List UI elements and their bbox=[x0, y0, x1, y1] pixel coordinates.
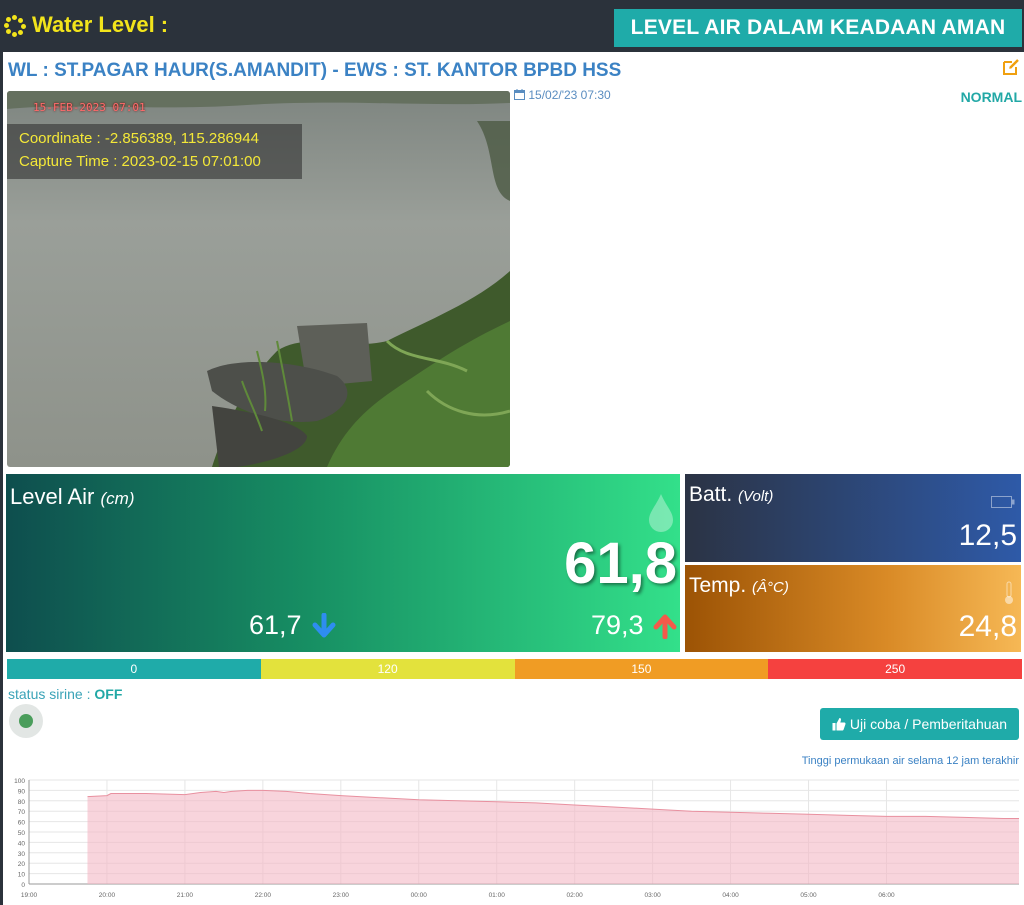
camera-timestamp: 15-FEB-2023 07:01 bbox=[33, 101, 146, 114]
chart-x-tick-label: 05:00 bbox=[800, 892, 817, 899]
chart-y-tick-label: 20 bbox=[18, 861, 26, 868]
app-title: Water Level : bbox=[32, 12, 169, 37]
water-level-chart: 0 10 20 30 40 50 60 70 80 90 100 19:00 20:00 21:00 22:… bbox=[14, 778, 1019, 899]
chart-x-tick-label: 22:00 bbox=[255, 892, 272, 899]
siren-status: status sirine : OFF bbox=[8, 686, 122, 702]
threshold-segment-danger: 250 bbox=[768, 659, 1022, 679]
water-level-value: 61,8 bbox=[564, 531, 677, 596]
arrow-up-icon bbox=[653, 614, 677, 639]
temperature-value: 24,8 bbox=[958, 610, 1017, 643]
threshold-segment-warning: 150 bbox=[514, 659, 769, 679]
chart-y-tick-label: 30 bbox=[18, 851, 26, 858]
chart-x-tick-label: 04:00 bbox=[722, 892, 739, 899]
chart-y-tick-label: 60 bbox=[18, 820, 26, 827]
chart-y-tick-label: 50 bbox=[18, 830, 26, 837]
station-title[interactable]: WL : ST.PAGAR HAUR(S.AMANDIT) - EWS : ST… bbox=[8, 60, 621, 82]
water-level-max: 79,3 bbox=[591, 610, 644, 640]
temperature-label: Temp. (Â°C) bbox=[689, 574, 789, 598]
temperature-unit: (Â°C) bbox=[752, 579, 789, 596]
water-level-min: 61,7 bbox=[249, 610, 302, 640]
chart-y-tick-label: 40 bbox=[18, 840, 26, 847]
chart-x-tick-label: 06:00 bbox=[878, 892, 895, 899]
top-bar: Water Level : LEVEL AIR DALAM KEADAAN AM… bbox=[0, 0, 1024, 50]
chart-y-tick-label: 80 bbox=[18, 799, 26, 806]
station-status: NORMAL bbox=[960, 89, 1022, 105]
threshold-segment-normal: 0 bbox=[7, 659, 261, 679]
battery-card: Batt. (Volt) 12,5 bbox=[685, 474, 1021, 562]
chart-y-tick-label: 0 bbox=[21, 882, 25, 889]
battery-label-text: Batt. bbox=[689, 483, 733, 506]
chart-y-tick-label: 90 bbox=[18, 788, 26, 795]
chart-x-tick-label: 01:00 bbox=[489, 892, 506, 899]
chart-caption: Tinggi permukaan air selama 12 jam terak… bbox=[801, 755, 1019, 767]
chart-y-tick-label: 10 bbox=[18, 872, 26, 879]
water-level-label: Level Air (cm) bbox=[10, 484, 135, 510]
threshold-segment-alert: 120 bbox=[260, 659, 515, 679]
chart-x-tick-label: 23:00 bbox=[333, 892, 350, 899]
chart-y-tick-label: 100 bbox=[14, 778, 25, 785]
chart-x-tick-label: 03:00 bbox=[644, 892, 661, 899]
calendar-icon bbox=[514, 89, 525, 100]
siren-indicator bbox=[9, 704, 43, 738]
temperature-card: Temp. (Â°C) 24,8 bbox=[685, 565, 1021, 652]
loading-spinner-icon bbox=[4, 15, 26, 37]
water-drop-icon bbox=[649, 494, 673, 532]
battery-value: 12,5 bbox=[958, 519, 1017, 552]
test-notification-label: Uji coba / Pemberitahuan bbox=[849, 716, 1008, 732]
chart-x-tick-label: 21:00 bbox=[177, 892, 194, 899]
water-level-unit: (cm) bbox=[100, 489, 135, 508]
chart-y-tick-label: 70 bbox=[18, 809, 26, 816]
camera-capture-time: Capture Time : 2023-02-15 07:01:00 bbox=[19, 153, 261, 170]
siren-status-label: status sirine : bbox=[8, 686, 95, 702]
water-level-card: Level Air (cm) 61,8 61,7 79,3 bbox=[6, 474, 680, 652]
chart-x-tick-label: 02:00 bbox=[567, 892, 584, 899]
capture-date: 15/02/'23 07:30 bbox=[514, 88, 611, 102]
safe-status-banner: LEVEL AIR DALAM KEADAAN AMAN bbox=[614, 9, 1022, 47]
chart-series-area bbox=[87, 790, 1019, 884]
chart-x-tick-label: 00:00 bbox=[411, 892, 428, 899]
water-level-label-text: Level Air bbox=[10, 484, 95, 509]
level-threshold-scale: 0 120 150 250 bbox=[7, 659, 1022, 679]
chart-x-tick-label: 20:00 bbox=[99, 892, 116, 899]
chart-x-tick-label: 19:00 bbox=[21, 892, 38, 899]
camera-info-overlay: Coordinate : -2.856389, 115.286944 Captu… bbox=[7, 124, 302, 179]
test-notification-button[interactable]: Uji coba / Pemberitahuan bbox=[820, 708, 1019, 740]
siren-status-value: OFF bbox=[94, 686, 123, 702]
battery-unit: (Volt) bbox=[738, 488, 774, 505]
camera-coordinate: Coordinate : -2.856389, 115.286944 bbox=[19, 130, 259, 147]
siren-led-icon bbox=[19, 714, 33, 728]
capture-date-text: 15/02/'23 07:30 bbox=[528, 88, 611, 102]
temperature-label-text: Temp. bbox=[689, 574, 747, 597]
battery-label: Batt. (Volt) bbox=[689, 483, 773, 507]
station-panel: WL : ST.PAGAR HAUR(S.AMANDIT) - EWS : ST… bbox=[3, 52, 1024, 905]
thermometer-icon bbox=[1005, 581, 1013, 604]
edit-icon[interactable] bbox=[1001, 57, 1021, 77]
thumbs-up-icon bbox=[832, 718, 846, 731]
battery-icon bbox=[991, 496, 1015, 508]
arrow-down-icon bbox=[312, 613, 336, 638]
camera-snapshot[interactable]: 15-FEB-2023 07:01 Coordinate : -2.856389… bbox=[7, 91, 510, 467]
